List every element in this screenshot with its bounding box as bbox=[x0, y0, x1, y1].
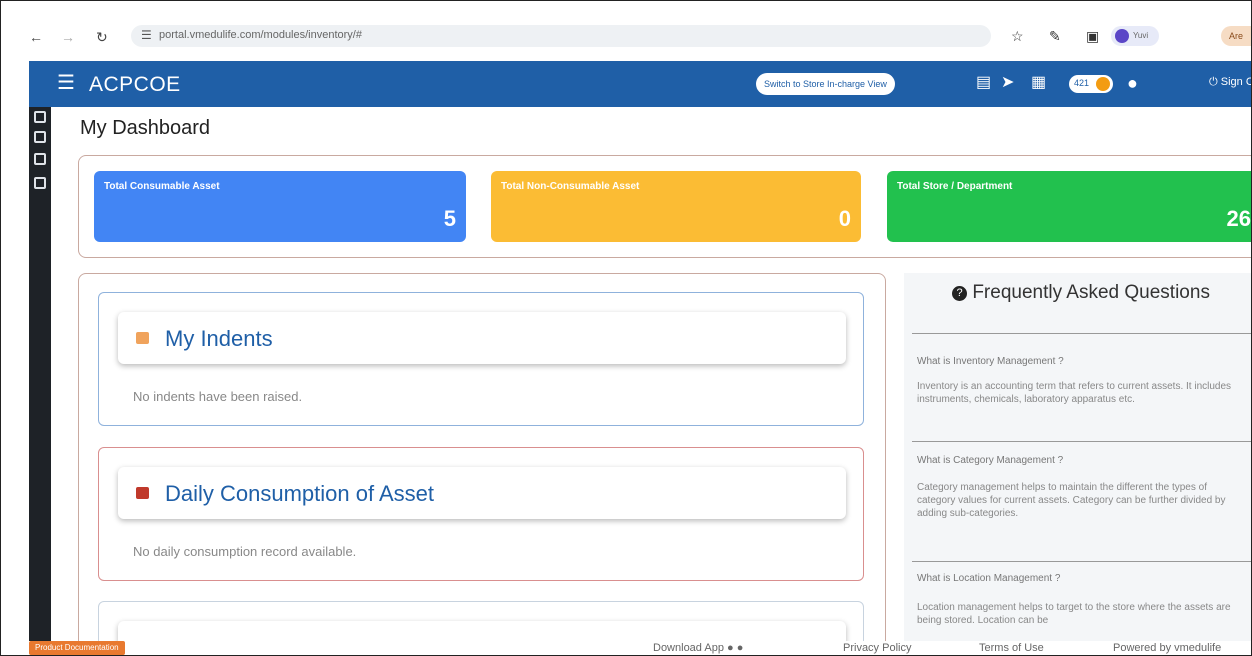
stat-label: Total Consumable Asset bbox=[104, 181, 220, 192]
indents-header[interactable]: My Indents bbox=[118, 312, 846, 364]
indents-section: My Indents No indents have been raised. bbox=[98, 292, 864, 426]
faq-title-text: Frequently Asked Questions bbox=[972, 282, 1210, 303]
menu-icon[interactable]: ☰ bbox=[57, 73, 75, 93]
document-icon[interactable] bbox=[34, 177, 46, 189]
screen: ← → ↻ ☰ portal.vmedulife.com/modules/inv… bbox=[0, 0, 1252, 656]
bookmark-star-icon[interactable]: ☆ bbox=[1011, 28, 1024, 45]
page-title: My Dashboard bbox=[80, 117, 211, 139]
rocket-icon[interactable]: ➤ bbox=[1001, 74, 1014, 92]
stat-card-non-consumable[interactable]: Total Non-Consumable Asset 0 bbox=[491, 171, 861, 242]
stat-value: 26 bbox=[1226, 206, 1251, 231]
faq-title: ? Frequently Asked Questions bbox=[904, 281, 1251, 305]
divider bbox=[912, 441, 1251, 442]
product-documentation-button[interactable]: Product Documentation bbox=[29, 641, 125, 655]
avatar bbox=[1115, 29, 1129, 43]
indent-icon bbox=[136, 332, 149, 344]
coin-count: 421 bbox=[1074, 78, 1090, 88]
faq-question[interactable]: What is Category Management ? bbox=[917, 455, 1063, 466]
faq-question[interactable]: What is Location Management ? bbox=[917, 573, 1060, 584]
stat-label: Total Non-Consumable Asset bbox=[501, 181, 640, 192]
help-icon: ? bbox=[952, 286, 968, 301]
browser-toolbar: ← → ↻ ☰ portal.vmedulife.com/modules/inv… bbox=[1, 1, 1251, 61]
site-info-icon[interactable]: ☰ bbox=[141, 28, 152, 42]
stat-value: 0 bbox=[838, 206, 851, 231]
faq-panel: ? Frequently Asked Questions What is Inv… bbox=[904, 273, 1251, 655]
divider bbox=[912, 333, 1251, 334]
app-header: ☰ ACPCOE Switch to Store In-charge View … bbox=[41, 61, 1251, 107]
faq-answer: Location management helps to target to t… bbox=[917, 602, 1231, 626]
powered-by-link[interactable]: Powered by vmedulife bbox=[1113, 642, 1221, 654]
footer bbox=[29, 641, 1251, 655]
switch-view-button[interactable]: Switch to Store In-charge View bbox=[756, 73, 895, 95]
signout-label: Sign Out bbox=[1220, 76, 1251, 88]
extension-chip[interactable]: Are bbox=[1221, 26, 1251, 46]
faq-answer: Category management helps to maintain th… bbox=[917, 482, 1226, 519]
stat-card-store[interactable]: Total Store / Department 26 bbox=[887, 171, 1251, 242]
indents-empty-text: No indents have been raised. bbox=[133, 389, 303, 404]
coin-icon bbox=[1096, 77, 1110, 91]
terms-link[interactable]: Terms of Use bbox=[979, 642, 1044, 654]
privacy-policy-link[interactable]: Privacy Policy bbox=[843, 642, 911, 654]
consumption-empty-text: No daily consumption record available. bbox=[133, 544, 357, 559]
apple-icon: ● bbox=[736, 642, 744, 654]
stat-card-consumable[interactable]: Total Consumable Asset 5 bbox=[94, 171, 466, 242]
apps-grid-icon[interactable]: ▦ bbox=[1031, 74, 1046, 92]
consumption-icon bbox=[136, 487, 149, 499]
profile-chip[interactable]: Yuvi bbox=[1111, 26, 1159, 46]
consumption-header[interactable]: Daily Consumption of Asset bbox=[118, 467, 846, 519]
download-app-label: Download App bbox=[653, 642, 724, 654]
faq-answer: Inventory is an accounting term that ref… bbox=[917, 381, 1232, 405]
url-text: portal.vmedulife.com/modules/inventory/# bbox=[159, 29, 362, 41]
side-panel-icon[interactable]: ▣ bbox=[1086, 28, 1099, 45]
divider bbox=[912, 561, 1251, 562]
left-sidebar bbox=[29, 107, 51, 655]
indents-title: My Indents bbox=[165, 326, 273, 351]
signout-button[interactable]: ⏻ Sign Out bbox=[1209, 76, 1251, 89]
dashboard-icon[interactable] bbox=[34, 111, 46, 123]
back-icon[interactable]: ← bbox=[29, 29, 43, 45]
android-icon: ● bbox=[727, 642, 734, 654]
extensions-icon[interactable]: ✎ bbox=[1049, 28, 1061, 45]
address-bar[interactable]: ☰ portal.vmedulife.com/modules/inventory… bbox=[131, 25, 991, 47]
brand-title: ACPCOE bbox=[89, 73, 181, 96]
forward-icon[interactable]: → bbox=[61, 29, 75, 45]
faq-question[interactable]: What is Inventory Management ? bbox=[917, 356, 1064, 367]
download-app-link[interactable]: Download App ● ● bbox=[653, 642, 743, 654]
profile-name: Yuvi bbox=[1133, 31, 1149, 40]
stat-value: 5 bbox=[443, 206, 456, 231]
reload-icon[interactable]: ↻ bbox=[96, 29, 108, 45]
stat-label: Total Store / Department bbox=[897, 181, 1013, 192]
inventory-icon[interactable] bbox=[34, 131, 46, 143]
consumption-title: Daily Consumption of Asset bbox=[165, 481, 435, 506]
document-icon[interactable]: ▤ bbox=[976, 74, 991, 92]
coins-badge[interactable]: 421 bbox=[1069, 75, 1113, 93]
consumption-section: Daily Consumption of Asset No daily cons… bbox=[98, 447, 864, 581]
user-icon[interactable]: ● bbox=[1127, 74, 1138, 92]
reports-icon[interactable] bbox=[34, 153, 46, 165]
